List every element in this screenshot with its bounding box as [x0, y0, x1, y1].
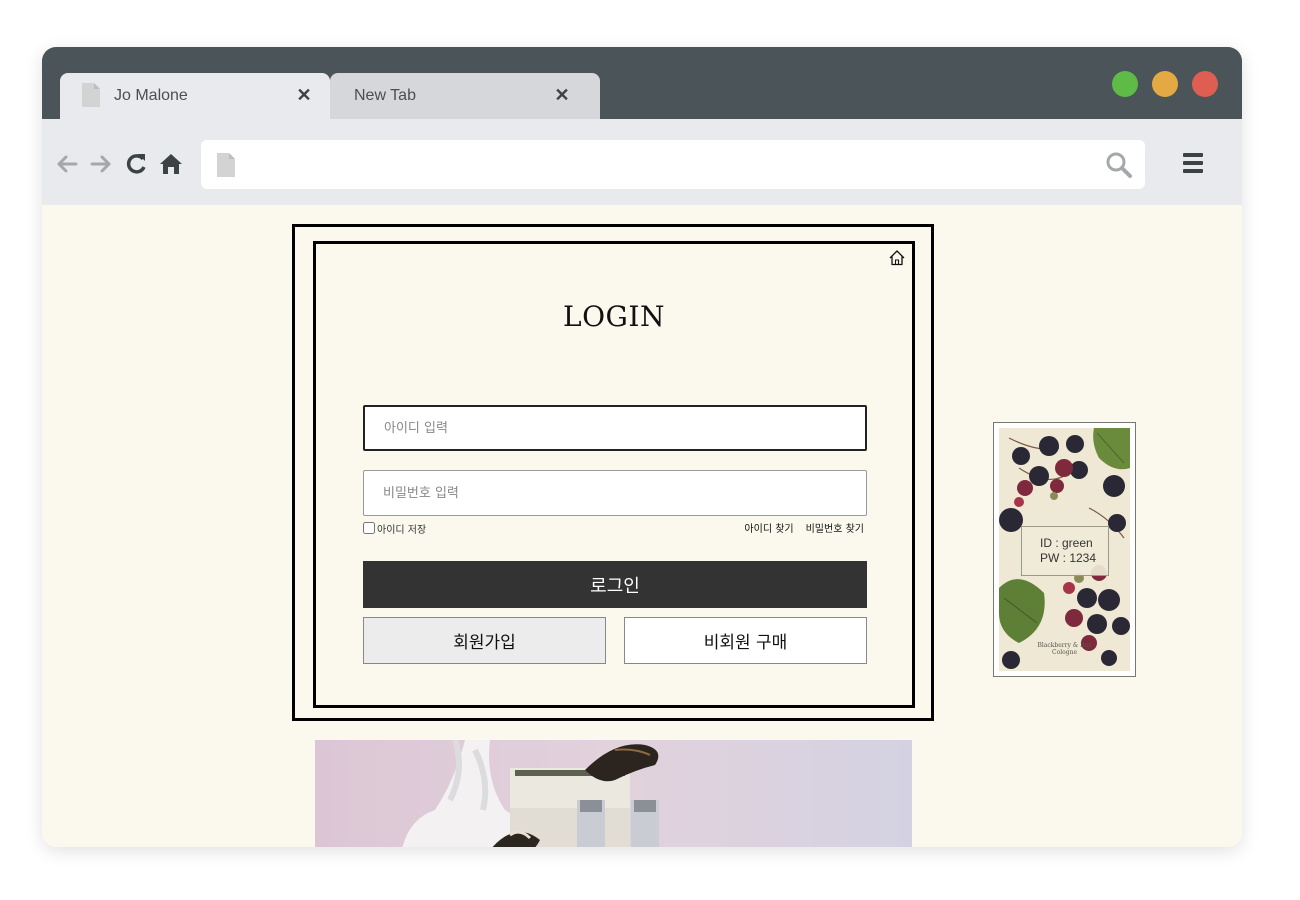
tab-title: New Tab	[354, 87, 416, 104]
browser-toolbar	[42, 119, 1242, 205]
tab-jo-malone[interactable]: Jo Malone ✕	[60, 73, 330, 119]
file-icon	[217, 153, 235, 177]
tab-new-tab[interactable]: New Tab ✕	[330, 73, 600, 119]
join-button[interactable]: 회원가입	[363, 617, 606, 664]
demo-id-text: ID : green	[1040, 536, 1093, 550]
home-icon[interactable]	[888, 249, 906, 267]
id-input[interactable]	[363, 405, 867, 451]
page-content: LOGIN 아이디 저장 아이디 찾기 비밀번호 찾기 로그인 회원가입 비회원…	[42, 205, 1242, 847]
product-caption: Blackberry & Bay Cologne	[999, 642, 1130, 656]
file-icon	[82, 83, 100, 107]
promo-card: ID : green PW : 1234 Blackberry & Bay Co…	[993, 422, 1136, 677]
close-icon[interactable]: ✕	[552, 85, 572, 105]
page-title: LOGIN	[563, 300, 665, 333]
blackberry-illustration: ID : green PW : 1234 Blackberry & Bay Co…	[999, 428, 1130, 671]
demo-credentials: ID : green PW : 1234	[1021, 526, 1109, 576]
password-input[interactable]	[363, 470, 867, 516]
save-id-row: 아이디 저장	[363, 521, 427, 536]
address-bar[interactable]	[201, 140, 1145, 189]
login-outer-frame: LOGIN 아이디 저장 아이디 찾기 비밀번호 찾기 로그인 회원가입 비회원…	[292, 224, 934, 721]
browser-window: Jo Malone ✕ New Tab ✕ LOGIN 아이디 입력 아이디 저…	[42, 47, 1242, 847]
demo-pw-text: PW : 1234	[1040, 551, 1097, 565]
tab-bar: Jo Malone ✕ New Tab ✕	[42, 47, 1242, 119]
back-arrow-icon[interactable]	[54, 151, 80, 177]
save-id-checkbox[interactable]	[363, 522, 375, 534]
save-id-label: 아이디 저장	[377, 524, 427, 536]
maximize-button[interactable]	[1112, 71, 1138, 97]
close-icon[interactable]: ✕	[294, 85, 314, 105]
find-password-link[interactable]: 비밀번호 찾기	[806, 520, 864, 535]
close-window-button[interactable]	[1192, 71, 1218, 97]
tab-title: Jo Malone	[114, 87, 188, 104]
guest-purchase-button[interactable]: 비회원 구매	[624, 617, 867, 664]
perfume-photo	[315, 740, 912, 847]
caption-line-2: Cologne	[1052, 649, 1077, 656]
login-panel: LOGIN 아이디 저장 아이디 찾기 비밀번호 찾기 로그인 회원가입 비회원…	[313, 241, 915, 708]
find-links: 아이디 찾기 비밀번호 찾기	[744, 520, 864, 535]
home-icon[interactable]	[158, 151, 184, 177]
perfume-banner-image	[315, 740, 912, 847]
reload-icon[interactable]	[124, 151, 150, 177]
forward-arrow-icon[interactable]	[88, 151, 114, 177]
hamburger-menu-icon[interactable]	[1183, 153, 1203, 175]
minimize-button[interactable]	[1152, 71, 1178, 97]
caption-line-1: Blackberry & Bay	[1037, 642, 1092, 649]
login-button[interactable]: 로그인	[363, 561, 867, 608]
find-id-link[interactable]: 아이디 찾기	[744, 520, 793, 535]
search-icon[interactable]	[1105, 151, 1133, 179]
